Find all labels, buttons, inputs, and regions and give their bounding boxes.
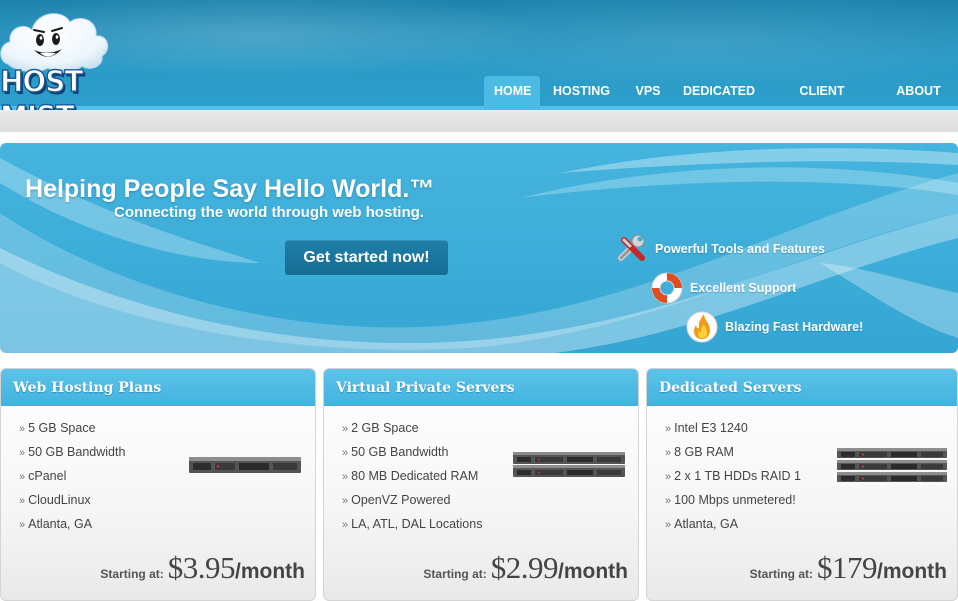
tools-icon (615, 232, 649, 266)
list-item: » 5 GB Space (19, 421, 96, 435)
sub-bar (0, 110, 958, 132)
feature-label: Excellent Support (690, 281, 797, 295)
lifebuoy-icon (650, 271, 684, 305)
get-started-button[interactable]: Get started now! (285, 240, 448, 275)
nav-home[interactable]: HOME (484, 76, 540, 110)
price-period: /month (877, 560, 947, 583)
nav-client-center[interactable]: CLIENT CENTER (765, 76, 879, 110)
list-item: » cPanel (19, 469, 67, 483)
price-label: Starting at: (749, 567, 814, 581)
list-item: » OpenVZ Powered (342, 493, 451, 507)
price-amount: $179 (817, 550, 878, 585)
plan-title[interactable]: Web Hosting Plans (1, 369, 315, 406)
plan-card-web-hosting[interactable]: Web Hosting Plans » 5 GB Space » 50 GB Ban… (0, 368, 316, 601)
list-item: » LA, ATL, DAL Locations (342, 517, 483, 531)
plan-title[interactable]: Virtual Private Servers (324, 369, 638, 406)
price-period: /month (558, 560, 628, 583)
server-rack-image (837, 448, 947, 482)
site-header: HOST MIST HOME HOSTING VPS DEDICATED CLI… (0, 0, 958, 110)
price-amount: $3.95 (167, 550, 236, 585)
feature-excellent-support: Excellent Support (650, 271, 796, 305)
hero-banner: Helping People Say Hello World.™ Connect… (0, 143, 958, 353)
server-rack-image (513, 452, 625, 477)
list-item: » 50 GB Bandwidth (342, 445, 449, 459)
main-nav: HOME HOSTING VPS DEDICATED CLIENT CENTER… (484, 76, 958, 110)
nav-vps[interactable]: VPS (623, 76, 673, 110)
nav-dedicated[interactable]: DEDICATED (673, 76, 765, 110)
price-label: Starting at: (423, 567, 487, 581)
list-item: » 2 GB Space (342, 421, 419, 435)
plan-features: » Intel E3 1240 » 8 GB RAM » 2 x 1 TB HDDs … (665, 421, 801, 541)
feature-powerful-tools: Powerful Tools and Features (615, 232, 825, 266)
server-rack-image (189, 457, 301, 473)
banner-title: Helping People Say Hello World.™ (25, 175, 435, 203)
list-item: » 80 MB Dedicated RAM (342, 469, 479, 483)
list-item: » 8 GB RAM (665, 445, 734, 459)
nav-hosting[interactable]: HOSTING (540, 76, 623, 110)
feature-label: Powerful Tools and Features (655, 242, 825, 256)
logo[interactable]: HOST MIST (0, 6, 140, 110)
list-item: » 100 Mbps unmetered! (665, 493, 796, 507)
flame-icon (685, 310, 719, 344)
list-item: » 2 x 1 TB HDDs RAID 1 (665, 469, 802, 483)
list-item: » CloudLinux (19, 493, 91, 507)
plan-price: Starting at: $179 /month (750, 550, 947, 586)
plan-features: » 5 GB Space » 50 GB Bandwidth » cPanel » Cl… (19, 421, 125, 541)
plan-price: Starting at: $3.95 /month (100, 550, 305, 586)
list-item: » Atlanta, GA (19, 517, 93, 531)
banner-subtitle: Connecting the world through web hosting… (114, 204, 424, 221)
price-label: Starting at: (100, 567, 164, 581)
plan-features: » 2 GB Space » 50 GB Bandwidth » 80 MB Dedi… (342, 421, 482, 541)
feature-label: Blazing Fast Hardware! (725, 320, 864, 334)
feature-blazing-fast: Blazing Fast Hardware! (685, 310, 863, 344)
nav-about-us[interactable]: ABOUT US (879, 76, 958, 110)
price-period: /month (235, 560, 305, 583)
list-item: » 50 GB Bandwidth (19, 445, 126, 459)
price-amount: $2.99 (490, 550, 559, 585)
plan-title[interactable]: Dedicated Servers (647, 369, 957, 406)
plan-card-vps[interactable]: Virtual Private Servers » 2 GB Space » 50 … (323, 368, 639, 601)
list-item: » Atlanta, GA (665, 517, 739, 531)
list-item: » Intel E3 1240 (665, 421, 748, 435)
plan-price: Starting at: $2.99 /month (423, 550, 628, 586)
logo-text: HOST MIST (0, 64, 84, 110)
plan-card-dedicated[interactable]: Dedicated Servers » Intel E3 1240 » 8 GB R… (646, 368, 958, 601)
